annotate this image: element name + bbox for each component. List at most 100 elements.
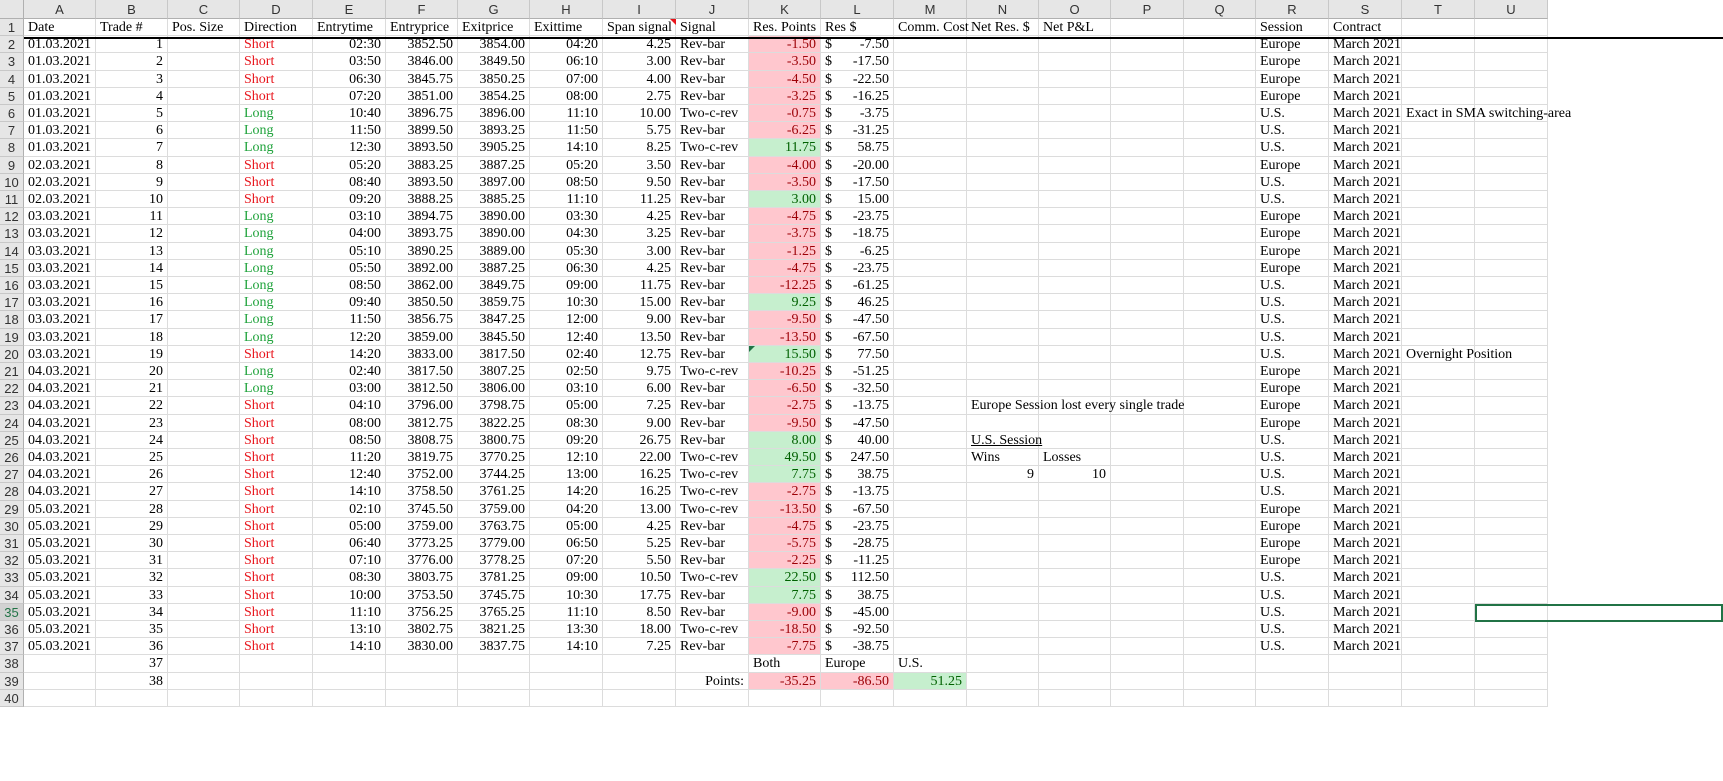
result-dollar-cell[interactable]: -11.25 $ xyxy=(821,552,894,570)
span-signal-cell[interactable]: 3.25 xyxy=(603,225,676,243)
grid-cell[interactable] xyxy=(1402,552,1475,570)
row-header-40[interactable]: 40 xyxy=(0,689,24,707)
grid-cell[interactable] xyxy=(168,586,240,604)
contract-cell[interactable]: March 2021 xyxy=(1329,208,1402,226)
row-header-15[interactable]: 15 xyxy=(0,259,24,277)
result-dollar-cell[interactable]: -47.50 $ xyxy=(821,311,894,329)
grid-cell[interactable] xyxy=(168,363,240,381)
grid-cell[interactable] xyxy=(168,414,240,432)
row-header-22[interactable]: 22 xyxy=(0,380,24,398)
session-cell[interactable]: Europe xyxy=(1256,535,1329,553)
result-dollar-cell[interactable]: -38.75 $ xyxy=(821,638,894,656)
trade-number-cell[interactable]: 28 xyxy=(96,500,168,518)
session-cell[interactable]: U.S. xyxy=(1256,621,1329,639)
header-g[interactable]: Exitprice xyxy=(458,19,530,37)
direction-cell[interactable]: Long xyxy=(240,259,313,277)
trade-number-cell[interactable]: 10 xyxy=(96,191,168,209)
grid-cell[interactable] xyxy=(1402,156,1475,174)
session-cell[interactable]: Europe xyxy=(1256,414,1329,432)
column-header-j[interactable]: J xyxy=(676,0,749,19)
grid-cell[interactable] xyxy=(1402,242,1475,260)
grid-cell[interactable] xyxy=(168,552,240,570)
grid-cell[interactable] xyxy=(168,672,240,690)
trade-number-cell[interactable]: 21 xyxy=(96,380,168,398)
column-header-t[interactable]: T xyxy=(1402,0,1475,19)
grid-cell[interactable] xyxy=(1111,586,1184,604)
entry-time-cell[interactable]: 05:10 xyxy=(313,242,386,260)
contract-cell[interactable]: March 2021 xyxy=(1329,552,1402,570)
session-cell[interactable]: U.S. xyxy=(1256,431,1329,449)
signal-cell[interactable]: Two-c-rev xyxy=(676,483,749,501)
row-header-2[interactable]: 2 xyxy=(0,36,24,54)
grid-cell[interactable] xyxy=(168,569,240,587)
trade-number-cell[interactable]: 36 xyxy=(96,638,168,656)
signal-cell[interactable]: Two-c-rev xyxy=(676,466,749,484)
direction-cell[interactable]: Short xyxy=(240,638,313,656)
entry-price-cell[interactable]: 3845.75 xyxy=(386,70,458,88)
grid-cell[interactable] xyxy=(1039,345,1111,363)
grid-cell[interactable] xyxy=(1475,449,1548,467)
result-dollar-cell[interactable]: 112.50 $ xyxy=(821,569,894,587)
grid-cell[interactable] xyxy=(1111,242,1184,260)
entry-time-cell[interactable]: 12:40 xyxy=(313,466,386,484)
losses-label[interactable]: Losses xyxy=(1039,449,1111,467)
grid-cell[interactable] xyxy=(967,414,1039,432)
grid-cell[interactable] xyxy=(1039,586,1111,604)
span-signal-cell[interactable]: 26.75 xyxy=(603,431,676,449)
exit-time-cell[interactable]: 02:40 xyxy=(530,345,603,363)
losses-value[interactable]: 10 xyxy=(1039,466,1111,484)
span-signal-cell[interactable]: 7.25 xyxy=(603,397,676,415)
signal-cell[interactable]: Rev-bar xyxy=(676,380,749,398)
result-dollar-cell[interactable]: -16.25 $ xyxy=(821,87,894,105)
date-cell[interactable]: 04.03.2021 xyxy=(24,483,96,501)
exit-price-cell[interactable]: 3744.25 xyxy=(458,466,530,484)
row-header-7[interactable]: 7 xyxy=(0,122,24,140)
direction-cell[interactable]: Short xyxy=(240,517,313,535)
result-dollar-cell[interactable]: 58.75 $ xyxy=(821,139,894,157)
result-dollar-cell[interactable]: -22.50 $ xyxy=(821,70,894,88)
grid-cell[interactable] xyxy=(1475,621,1548,639)
result-dollar-cell[interactable]: 38.75 $ xyxy=(821,586,894,604)
grid-cell[interactable] xyxy=(1039,70,1111,88)
exit-time-cell[interactable]: 02:50 xyxy=(530,363,603,381)
grid-cell[interactable] xyxy=(1039,139,1111,157)
result-points-cell[interactable]: -4.00 xyxy=(749,156,821,174)
trade-number-cell[interactable]: 5 xyxy=(96,105,168,123)
grid-cell[interactable] xyxy=(1039,53,1111,71)
column-header-g[interactable]: G xyxy=(458,0,530,19)
grid-cell[interactable] xyxy=(1402,500,1475,518)
row-header-21[interactable]: 21 xyxy=(0,363,24,381)
session-cell[interactable]: Europe xyxy=(1256,552,1329,570)
result-dollar-cell[interactable]: -6.25 $ xyxy=(821,242,894,260)
date-cell[interactable]: 03.03.2021 xyxy=(24,259,96,277)
entry-time-cell[interactable]: 14:20 xyxy=(313,345,386,363)
grid-cell[interactable] xyxy=(894,483,967,501)
grid-cell[interactable] xyxy=(894,191,967,209)
grid-cell[interactable] xyxy=(1475,328,1548,346)
date-cell[interactable]: 03.03.2021 xyxy=(24,345,96,363)
grid-cell[interactable] xyxy=(1039,414,1111,432)
result-dollar-cell[interactable]: -32.50 $ xyxy=(821,380,894,398)
date-cell[interactable]: 04.03.2021 xyxy=(24,431,96,449)
date-cell[interactable]: 02.03.2021 xyxy=(24,173,96,191)
session-cell[interactable]: Europe xyxy=(1256,225,1329,243)
grid-cell[interactable] xyxy=(1184,259,1256,277)
entry-price-cell[interactable]: 3888.25 xyxy=(386,191,458,209)
grid-cell[interactable] xyxy=(1475,586,1548,604)
contract-cell[interactable]: March 2021 xyxy=(1329,363,1402,381)
span-signal-cell[interactable]: 5.75 xyxy=(603,122,676,140)
exit-price-cell[interactable]: 3821.25 xyxy=(458,621,530,639)
grid-cell[interactable] xyxy=(1475,139,1548,157)
trade-number-cell[interactable]: 16 xyxy=(96,294,168,312)
direction-cell[interactable]: Long xyxy=(240,139,313,157)
session-cell[interactable]: Europe xyxy=(1256,363,1329,381)
exit-time-cell[interactable]: 05:00 xyxy=(530,517,603,535)
date-cell[interactable]: 03.03.2021 xyxy=(24,242,96,260)
grid-cell[interactable] xyxy=(1039,638,1111,656)
grid-cell[interactable] xyxy=(24,655,96,673)
grid-cell[interactable] xyxy=(1111,139,1184,157)
entry-time-cell[interactable]: 11:50 xyxy=(313,311,386,329)
grid-cell[interactable] xyxy=(1402,603,1475,621)
exit-time-cell[interactable]: 13:00 xyxy=(530,466,603,484)
entry-price-cell[interactable]: 3893.50 xyxy=(386,139,458,157)
